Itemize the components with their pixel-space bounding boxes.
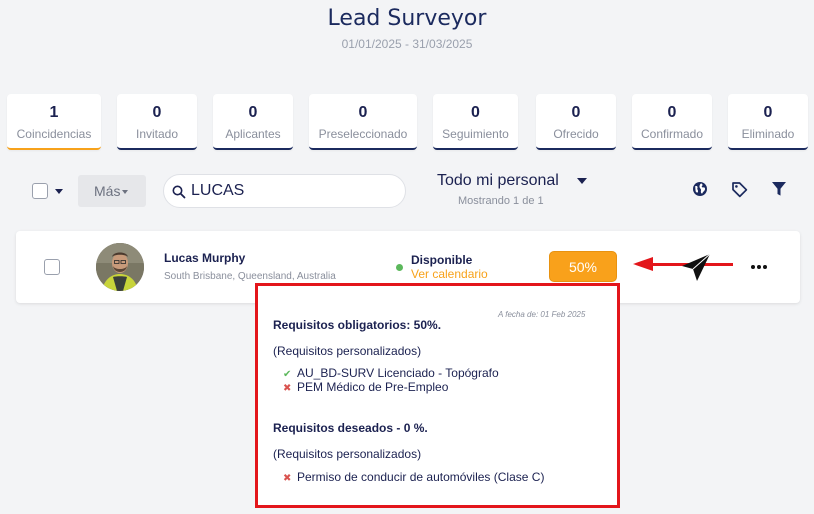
stage-count: 1 bbox=[49, 104, 59, 121]
search-input[interactable] bbox=[191, 180, 391, 202]
requirement-text: PEM Médico de Pre-Empleo bbox=[297, 380, 449, 394]
stage-count: 0 bbox=[152, 104, 162, 121]
stage-count: 0 bbox=[358, 104, 368, 121]
stage-label: Seguimiento bbox=[442, 127, 509, 141]
stage-count: 0 bbox=[571, 104, 581, 121]
stage-label: Preseleccionado bbox=[318, 127, 408, 141]
page-title: Lead Surveyor bbox=[327, 6, 487, 31]
view-calendar-link[interactable]: Ver calendario bbox=[411, 267, 488, 281]
more-actions-button[interactable]: Más bbox=[78, 175, 146, 207]
annotation-arrow-head bbox=[633, 257, 653, 271]
mandatory-requirements-subtitle: (Requisitos personalizados) bbox=[273, 344, 422, 358]
desired-requirements-subtitle: (Requisitos personalizados) bbox=[273, 447, 422, 461]
filter-icon[interactable] bbox=[771, 181, 787, 197]
requirement-text: Permiso de conducir de automóviles (Clas… bbox=[297, 470, 545, 484]
chevron-down-icon[interactable] bbox=[577, 178, 587, 184]
availability-status: Disponible bbox=[411, 253, 473, 267]
send-icon[interactable] bbox=[680, 251, 714, 283]
stage-label: Eliminado bbox=[741, 127, 795, 141]
stage-label: Coincidencias bbox=[16, 127, 92, 141]
avatar[interactable] bbox=[96, 243, 144, 291]
stage-ofrecido[interactable]: 0 Ofrecido bbox=[536, 94, 616, 150]
globe-icon[interactable] bbox=[692, 181, 708, 197]
candidate-location: South Brisbane, Queensland, Australia bbox=[164, 271, 336, 282]
match-percent-badge[interactable]: 50% bbox=[549, 251, 617, 282]
select-all-checkbox[interactable] bbox=[32, 183, 48, 199]
chevron-down-icon bbox=[122, 190, 129, 195]
stage-label: Invitado bbox=[135, 127, 179, 141]
availability-dot-icon bbox=[396, 264, 403, 271]
stage-count: 0 bbox=[763, 104, 773, 121]
requirement-text: AU_BD-SURV Licenciado - Topógrafo bbox=[297, 366, 499, 380]
more-actions-label: Más bbox=[94, 183, 121, 199]
requirement-item: ✖ Permiso de conducir de automóviles (Cla… bbox=[283, 470, 544, 484]
search-icon bbox=[172, 185, 186, 199]
stage-coincidencias[interactable]: 1 Coincidencias bbox=[7, 94, 101, 150]
stage-aplicantes[interactable]: 0 Aplicantes bbox=[213, 94, 293, 150]
stage-label: Aplicantes bbox=[225, 127, 281, 141]
candidate-name[interactable]: Lucas Murphy bbox=[164, 251, 245, 265]
stage-preseleccionado[interactable]: 0 Preseleccionado bbox=[309, 94, 417, 150]
cross-icon: ✖ bbox=[283, 383, 292, 394]
mandatory-requirements-title: Requisitos obligatorios: 50%. bbox=[273, 318, 442, 332]
more-options-icon[interactable] bbox=[750, 264, 768, 270]
stage-confirmado[interactable]: 0 Confirmado bbox=[632, 94, 712, 150]
requirement-item: ✖ PEM Médico de Pre-Empleo bbox=[283, 380, 448, 394]
candidate-checkbox[interactable] bbox=[44, 259, 60, 275]
select-all-chevron-down-icon[interactable] bbox=[55, 189, 63, 194]
staff-filter-dropdown[interactable]: Todo mi personal bbox=[437, 172, 559, 190]
stage-seguimiento[interactable]: 0 Seguimiento bbox=[433, 94, 518, 150]
cross-icon: ✖ bbox=[283, 473, 292, 484]
stage-label: Ofrecido bbox=[553, 127, 599, 141]
stage-invitado[interactable]: 0 Invitado bbox=[117, 94, 197, 150]
stage-count: 0 bbox=[248, 104, 258, 121]
as-of-date: A fecha de: 01 Feb 2025 bbox=[498, 310, 586, 319]
check-icon: ✔ bbox=[283, 369, 292, 380]
requirement-item: ✔ AU_BD-SURV Licenciado - Topógrafo bbox=[283, 366, 499, 380]
stage-label: Confirmado bbox=[640, 127, 704, 141]
tag-icon[interactable] bbox=[731, 181, 748, 198]
stage-count: 0 bbox=[471, 104, 480, 121]
search-box[interactable] bbox=[163, 174, 406, 208]
requirements-popover: A fecha de: 01 Feb 2025 Requisitos oblig… bbox=[255, 283, 620, 508]
date-range: 01/01/2025 - 31/03/2025 bbox=[341, 37, 473, 51]
desired-requirements-title: Requisitos deseados - 0 %. bbox=[273, 421, 428, 435]
results-count: Mostrando 1 de 1 bbox=[458, 195, 544, 207]
stage-count: 0 bbox=[667, 104, 677, 121]
stage-eliminado[interactable]: 0 Eliminado bbox=[728, 94, 808, 150]
